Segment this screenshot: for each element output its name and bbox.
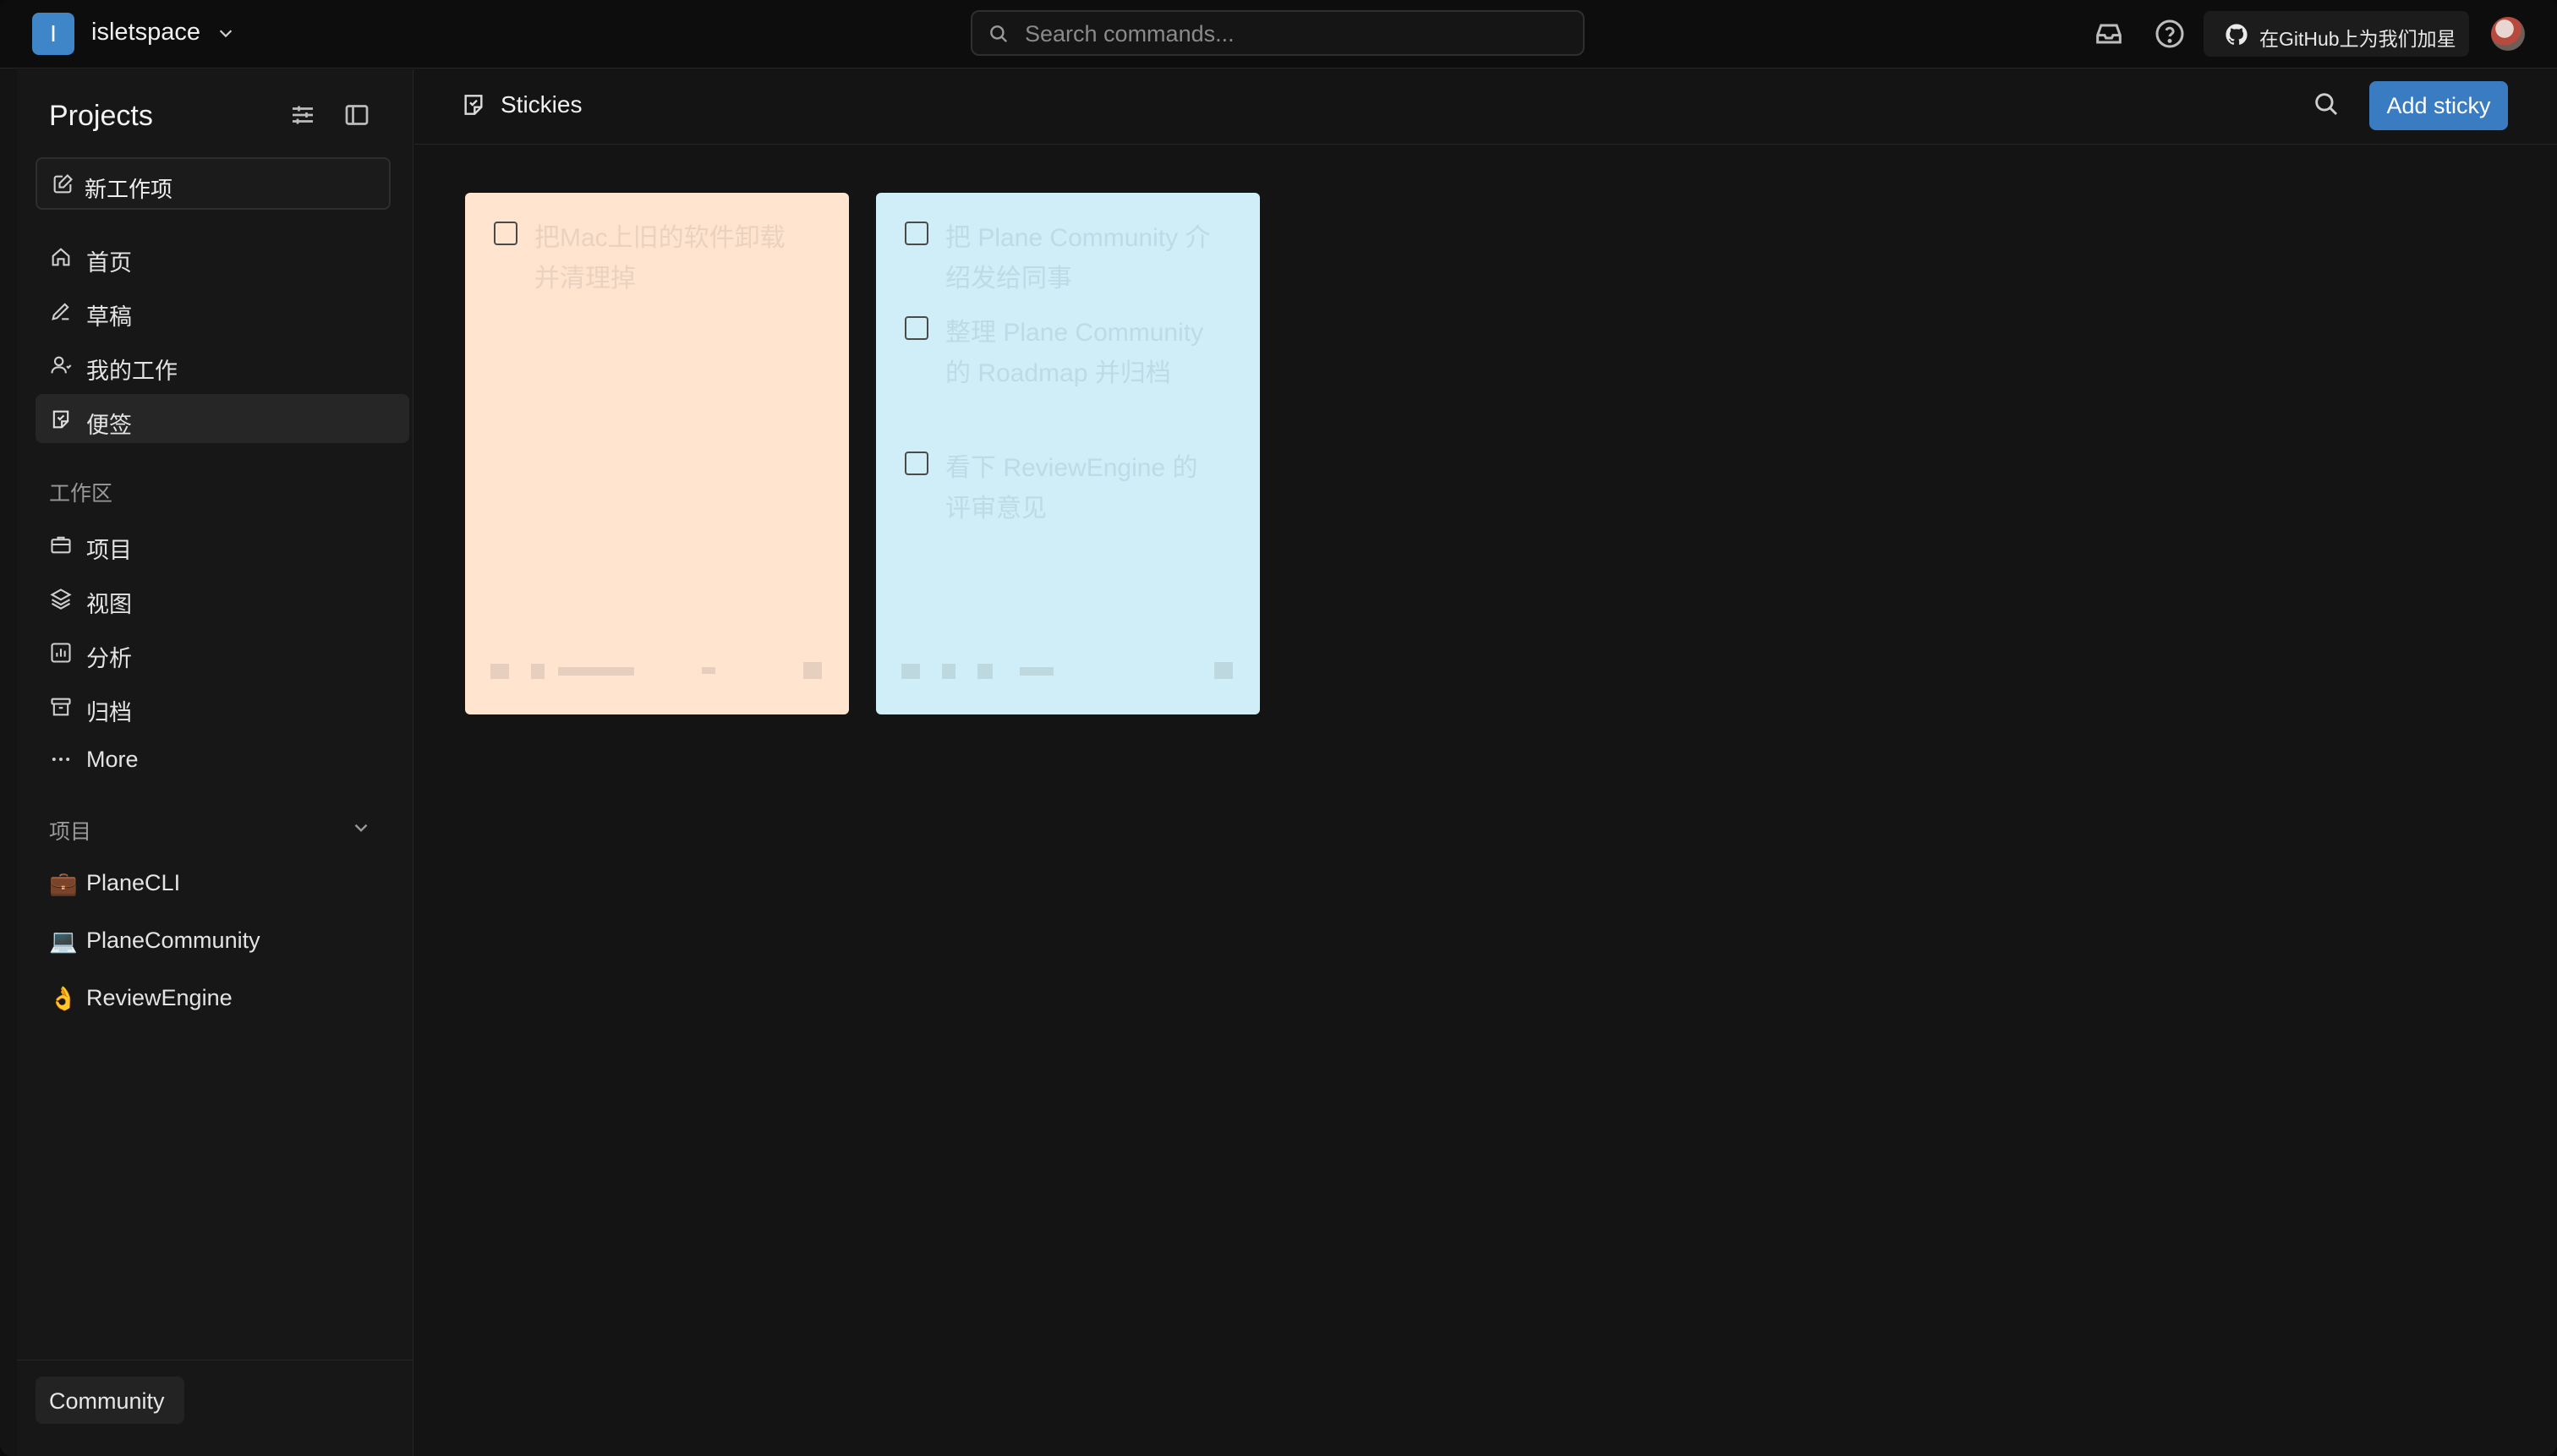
archive-icon [51,698,71,716]
project-emoji: 💼 [49,871,78,896]
chevron-down-icon[interactable] [350,817,372,839]
page-header: Stickies Add sticky [414,69,2557,145]
search-input[interactable] [1023,19,1551,49]
nav-item-analytics[interactable]: 分析 [36,627,409,676]
help-icon[interactable] [2153,17,2187,51]
layers-icon [50,588,72,610]
sticky-icon [464,95,483,115]
sticky-toolbar[interactable] [901,657,1235,682]
nav-item-my-work[interactable]: 我的工作 [36,340,409,389]
more-icon [52,758,70,761]
nav-item-label: 视图 [86,592,132,617]
nav-item-label: 草稿 [86,304,132,330]
nav-item-drafts[interactable]: 草稿 [36,286,409,335]
edit-square-icon [53,174,73,194]
nav-item-more[interactable]: More [36,734,409,783]
chart-icon [51,643,71,663]
filter-sliders-icon[interactable] [287,100,318,130]
project-emoji: 👌 [49,986,78,1011]
github-star-button[interactable]: 在GitHub上为我们加星 [2204,11,2469,57]
sticky-toolbar[interactable] [490,657,824,682]
nav-item-label: 分析 [86,646,132,671]
project-name: PlaneCLI [86,870,181,895]
sidebar-toggle-icon[interactable] [342,100,372,130]
pencil-icon [52,303,69,320]
workspace-name[interactable]: isletspace [91,19,200,47]
new-work-item-button[interactable]: 新工作项 [36,157,391,210]
todo-text[interactable]: 把 Plane Community 介绍发给同事 [945,218,1216,299]
nav-item-label: 首页 [86,250,132,276]
project-item-planecommunity[interactable]: 💻 PlaneCommunity [36,915,409,964]
workspace-avatar[interactable]: I [32,13,74,55]
page-title: Stickies [501,91,583,118]
nav-item-projects[interactable]: 项目 [36,519,409,568]
home-icon [52,248,70,266]
project-item-planecli[interactable]: 💼 PlaneCLI [36,857,409,906]
workspace-section-label: 工作区 [49,482,113,506]
nav-item-views[interactable]: 视图 [36,573,409,622]
todo-checkbox[interactable] [905,316,928,340]
sticky-note[interactable]: 把Mac上旧的软件卸载并清理掉 [465,193,849,714]
briefcase-icon [51,536,71,554]
nav-item-label: 归档 [86,700,132,725]
community-button[interactable]: Community [36,1377,184,1424]
add-sticky-button[interactable]: Add sticky [2369,81,2508,130]
project-emoji: 💻 [49,928,78,954]
github-icon [2226,24,2248,45]
todo-checkbox[interactable] [905,452,928,475]
nav-item-home[interactable]: 首页 [36,232,409,281]
nav-item-label: 项目 [86,538,132,563]
community-label: Community [49,1388,165,1414]
search-icon[interactable] [2312,90,2341,118]
user-avatar[interactable] [2491,17,2525,51]
project-item-reviewengine[interactable]: 👌 ReviewEngine [36,972,409,1021]
github-star-label: 在GitHub上为我们加星 [2259,28,2456,50]
project-name: ReviewEngine [86,985,233,1010]
sticky-icon [52,410,69,429]
app-window: I isletspace 在GitHub上为我们加星 Projects 新工作项… [0,0,2557,1456]
new-work-item-label: 新工作项 [85,177,173,202]
nav-item-stickies[interactable]: 便签 [36,394,409,443]
sidebar: Projects 新工作项 首页 草稿 我的工作 便签 工作区 项目 视图 分析… [17,69,413,1456]
inbox-icon[interactable] [2092,17,2126,51]
project-name: PlaneCommunity [86,928,260,953]
nav-item-label: More [86,747,139,772]
nav-item-label: 我的工作 [86,359,178,384]
nav-item-archive[interactable]: 归档 [36,681,409,731]
sticky-note[interactable]: 把 Plane Community 介绍发给同事 整理 Plane Commun… [876,193,1260,714]
projects-section-label[interactable]: 项目 [49,815,91,846]
command-search[interactable] [971,10,1585,56]
top-bar: I isletspace 在GitHub上为我们加星 [0,0,2557,68]
todo-text[interactable]: 把Mac上旧的软件卸载并清理掉 [534,218,805,299]
todo-checkbox[interactable] [905,222,928,245]
todo-checkbox[interactable] [494,222,517,245]
nav-item-label: 便签 [86,413,132,438]
user-icon [51,356,72,374]
todo-text[interactable]: 看下 ReviewEngine 的评审意见 [945,448,1216,529]
todo-text[interactable]: 整理 Plane Community 的 Roadmap 并归档 [945,313,1216,394]
chevron-down-icon[interactable] [216,24,235,42]
search-icon [990,25,1008,43]
sidebar-title: Projects [49,100,153,132]
